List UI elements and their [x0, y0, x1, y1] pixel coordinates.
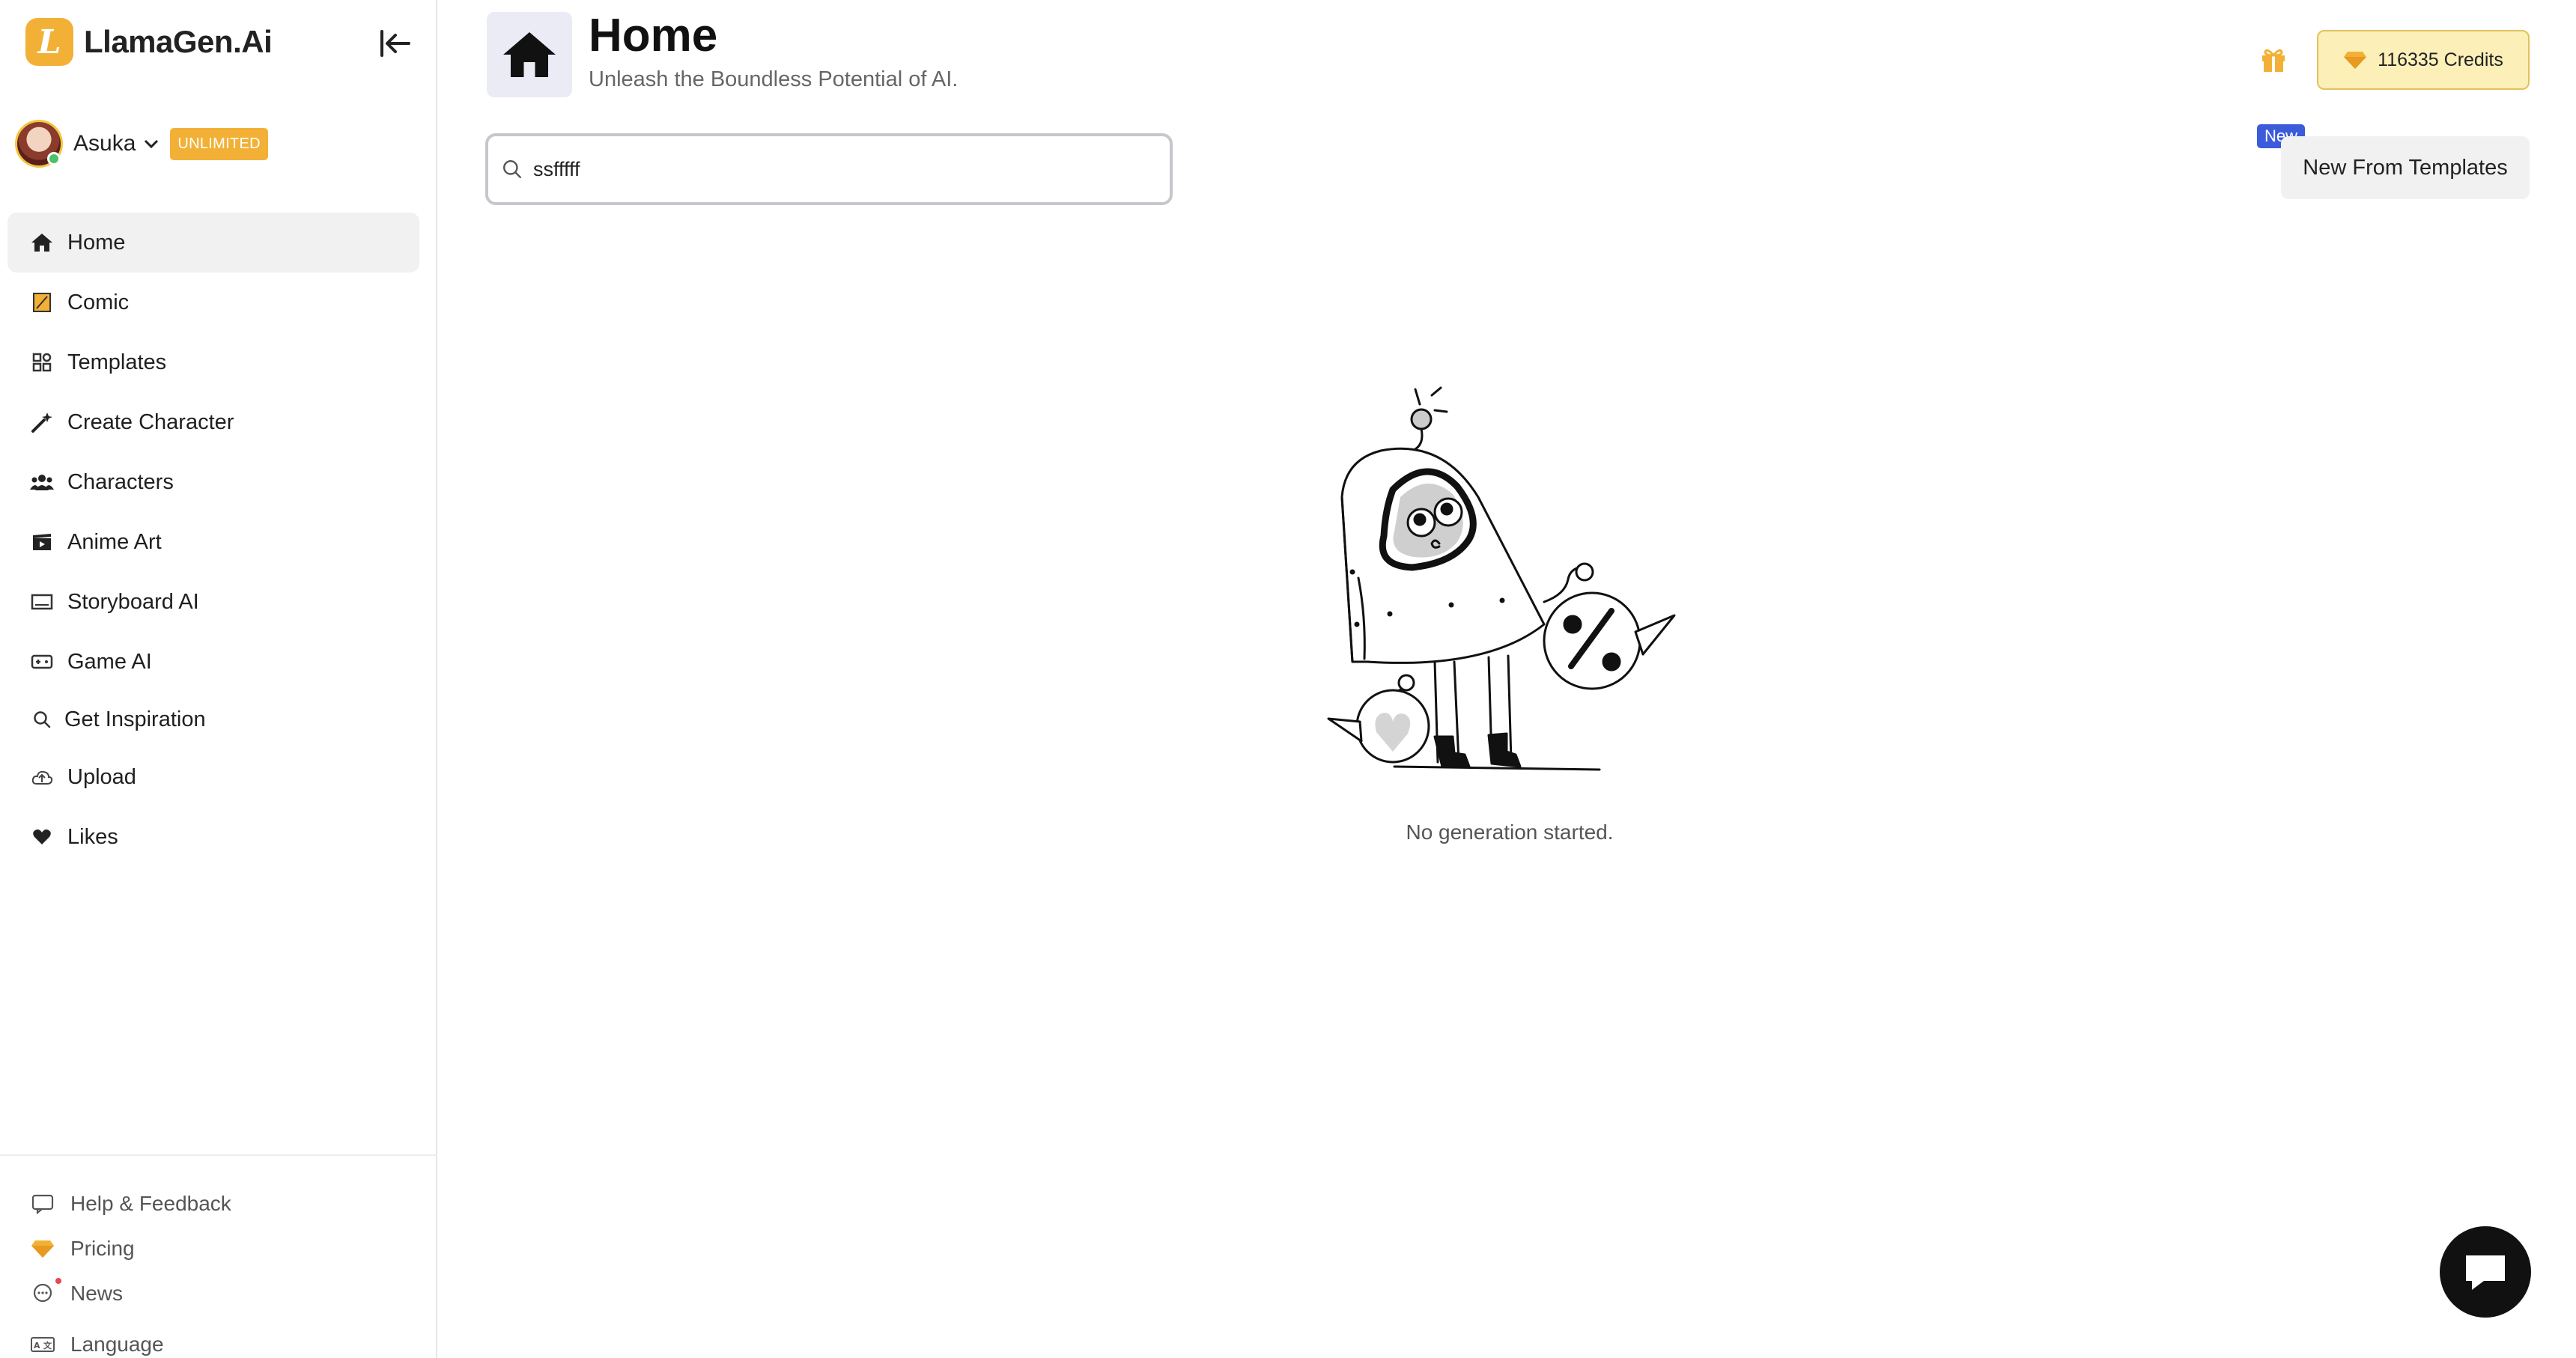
news-label: News — [70, 1282, 124, 1305]
clapperboard-icon — [30, 530, 54, 554]
sidebar-item-label: Game AI — [67, 649, 152, 674]
search-icon — [30, 707, 54, 731]
gamepad-icon — [30, 650, 54, 674]
news-link[interactable]: News — [0, 1271, 437, 1316]
diamond-icon — [30, 1236, 55, 1261]
sidebar-item-get-inspiration[interactable]: Get Inspiration — [7, 692, 419, 747]
search-icon — [503, 160, 521, 178]
language-link[interactable]: A文 Language — [0, 1322, 437, 1358]
avatar — [15, 120, 63, 168]
svg-text:A: A — [34, 1341, 40, 1351]
language-label: Language — [70, 1333, 164, 1356]
page-title: Home — [589, 10, 718, 61]
chat-support-button[interactable] — [2440, 1226, 2531, 1318]
home-icon — [503, 32, 556, 77]
sidebar-item-label: Comic — [67, 290, 130, 314]
sidebar-item-label: Upload — [67, 764, 136, 789]
sidebar-item-templates[interactable]: Templates — [7, 332, 419, 392]
storyboard-icon — [30, 590, 54, 614]
sidebar-item-label: Get Inspiration — [64, 707, 206, 731]
sidebar-item-characters[interactable]: Characters — [7, 452, 419, 512]
sidebar-item-label: Create Character — [67, 409, 234, 434]
gift-icon — [2262, 49, 2285, 72]
home-icon — [30, 231, 54, 255]
collapse-sidebar-button[interactable] — [376, 25, 415, 61]
collapse-left-icon — [380, 30, 410, 57]
sidebar-item-label: Templates — [67, 350, 167, 374]
sidebar-item-anime-art[interactable]: Anime Art — [7, 512, 419, 572]
app: L LlamaGen.Ai Asuka UNLIMITED Home Comic… — [0, 0, 2576, 1358]
sidebar-item-label: Likes — [67, 824, 118, 849]
sidebar-item-game-ai[interactable]: Game AI — [7, 632, 419, 692]
sidebar-item-label: Characters — [67, 469, 174, 494]
logo[interactable]: L LlamaGen.Ai — [25, 18, 273, 66]
sidebar-item-comic[interactable]: Comic — [7, 272, 419, 332]
sidebar-footer: Help & Feedback Pricing News A文 Language — [0, 1154, 437, 1358]
sidebar: L LlamaGen.Ai Asuka UNLIMITED Home Comic… — [0, 0, 437, 1358]
feedback-icon — [30, 1191, 55, 1217]
chat-bubble-icon — [2466, 1255, 2505, 1290]
sidebar-item-home[interactable]: Home — [7, 213, 419, 272]
sidebar-item-upload[interactable]: Upload — [7, 747, 419, 807]
sidebar-item-label: Anime Art — [67, 529, 162, 554]
sidebar-item-create-character[interactable]: Create Character — [7, 392, 419, 452]
upload-icon — [30, 765, 54, 789]
news-icon — [30, 1278, 61, 1306]
plan-badge: UNLIMITED — [170, 127, 268, 160]
sidebar-item-label: Storyboard AI — [67, 589, 199, 614]
comic-icon — [30, 290, 54, 314]
people-icon — [30, 470, 54, 494]
page-header-icon — [487, 12, 572, 97]
online-status-dot — [47, 152, 61, 165]
pricing-label: Pricing — [70, 1237, 135, 1260]
sidebar-nav: Home Comic Templates Create Character Ch… — [7, 213, 419, 867]
magic-wand-icon — [30, 410, 54, 434]
chevron-down-icon — [145, 139, 159, 149]
user-name: Asuka — [73, 131, 136, 156]
empty-state-illustration — [1327, 386, 1676, 771]
page-subtitle: Unleash the Boundless Potential of AI. — [589, 67, 959, 91]
sidebar-item-label: Home — [67, 230, 126, 255]
sidebar-item-likes[interactable]: Likes — [7, 807, 419, 867]
credits-button[interactable]: 116335 Credits — [2317, 30, 2530, 90]
brand-name: LlamaGen.Ai — [84, 24, 273, 59]
new-from-templates-button[interactable]: New From Templates — [2281, 136, 2530, 199]
main-content: Home Unleash the Boundless Potential of … — [439, 0, 2576, 1358]
logo-icon: L — [25, 18, 73, 66]
news-unread-dot — [55, 1278, 61, 1284]
search-input[interactable] — [533, 157, 1147, 181]
svg-text:文: 文 — [43, 1340, 52, 1351]
pricing-link[interactable]: Pricing — [0, 1226, 437, 1271]
diamond-icon — [2344, 52, 2367, 69]
help-feedback-link[interactable]: Help & Feedback — [0, 1181, 437, 1226]
search-bar[interactable] — [485, 133, 1173, 205]
help-feedback-label: Help & Feedback — [70, 1192, 231, 1215]
heart-icon — [30, 825, 54, 849]
sidebar-item-storyboard-ai[interactable]: Storyboard AI — [7, 572, 419, 632]
language-icon: A文 — [30, 1332, 55, 1357]
credits-label: 116335 Credits — [2378, 49, 2503, 70]
empty-state-message: No generation started. — [1406, 820, 1614, 844]
user-menu[interactable]: Asuka UNLIMITED — [15, 120, 268, 168]
gift-button[interactable] — [2258, 45, 2291, 78]
templates-icon — [30, 350, 54, 374]
